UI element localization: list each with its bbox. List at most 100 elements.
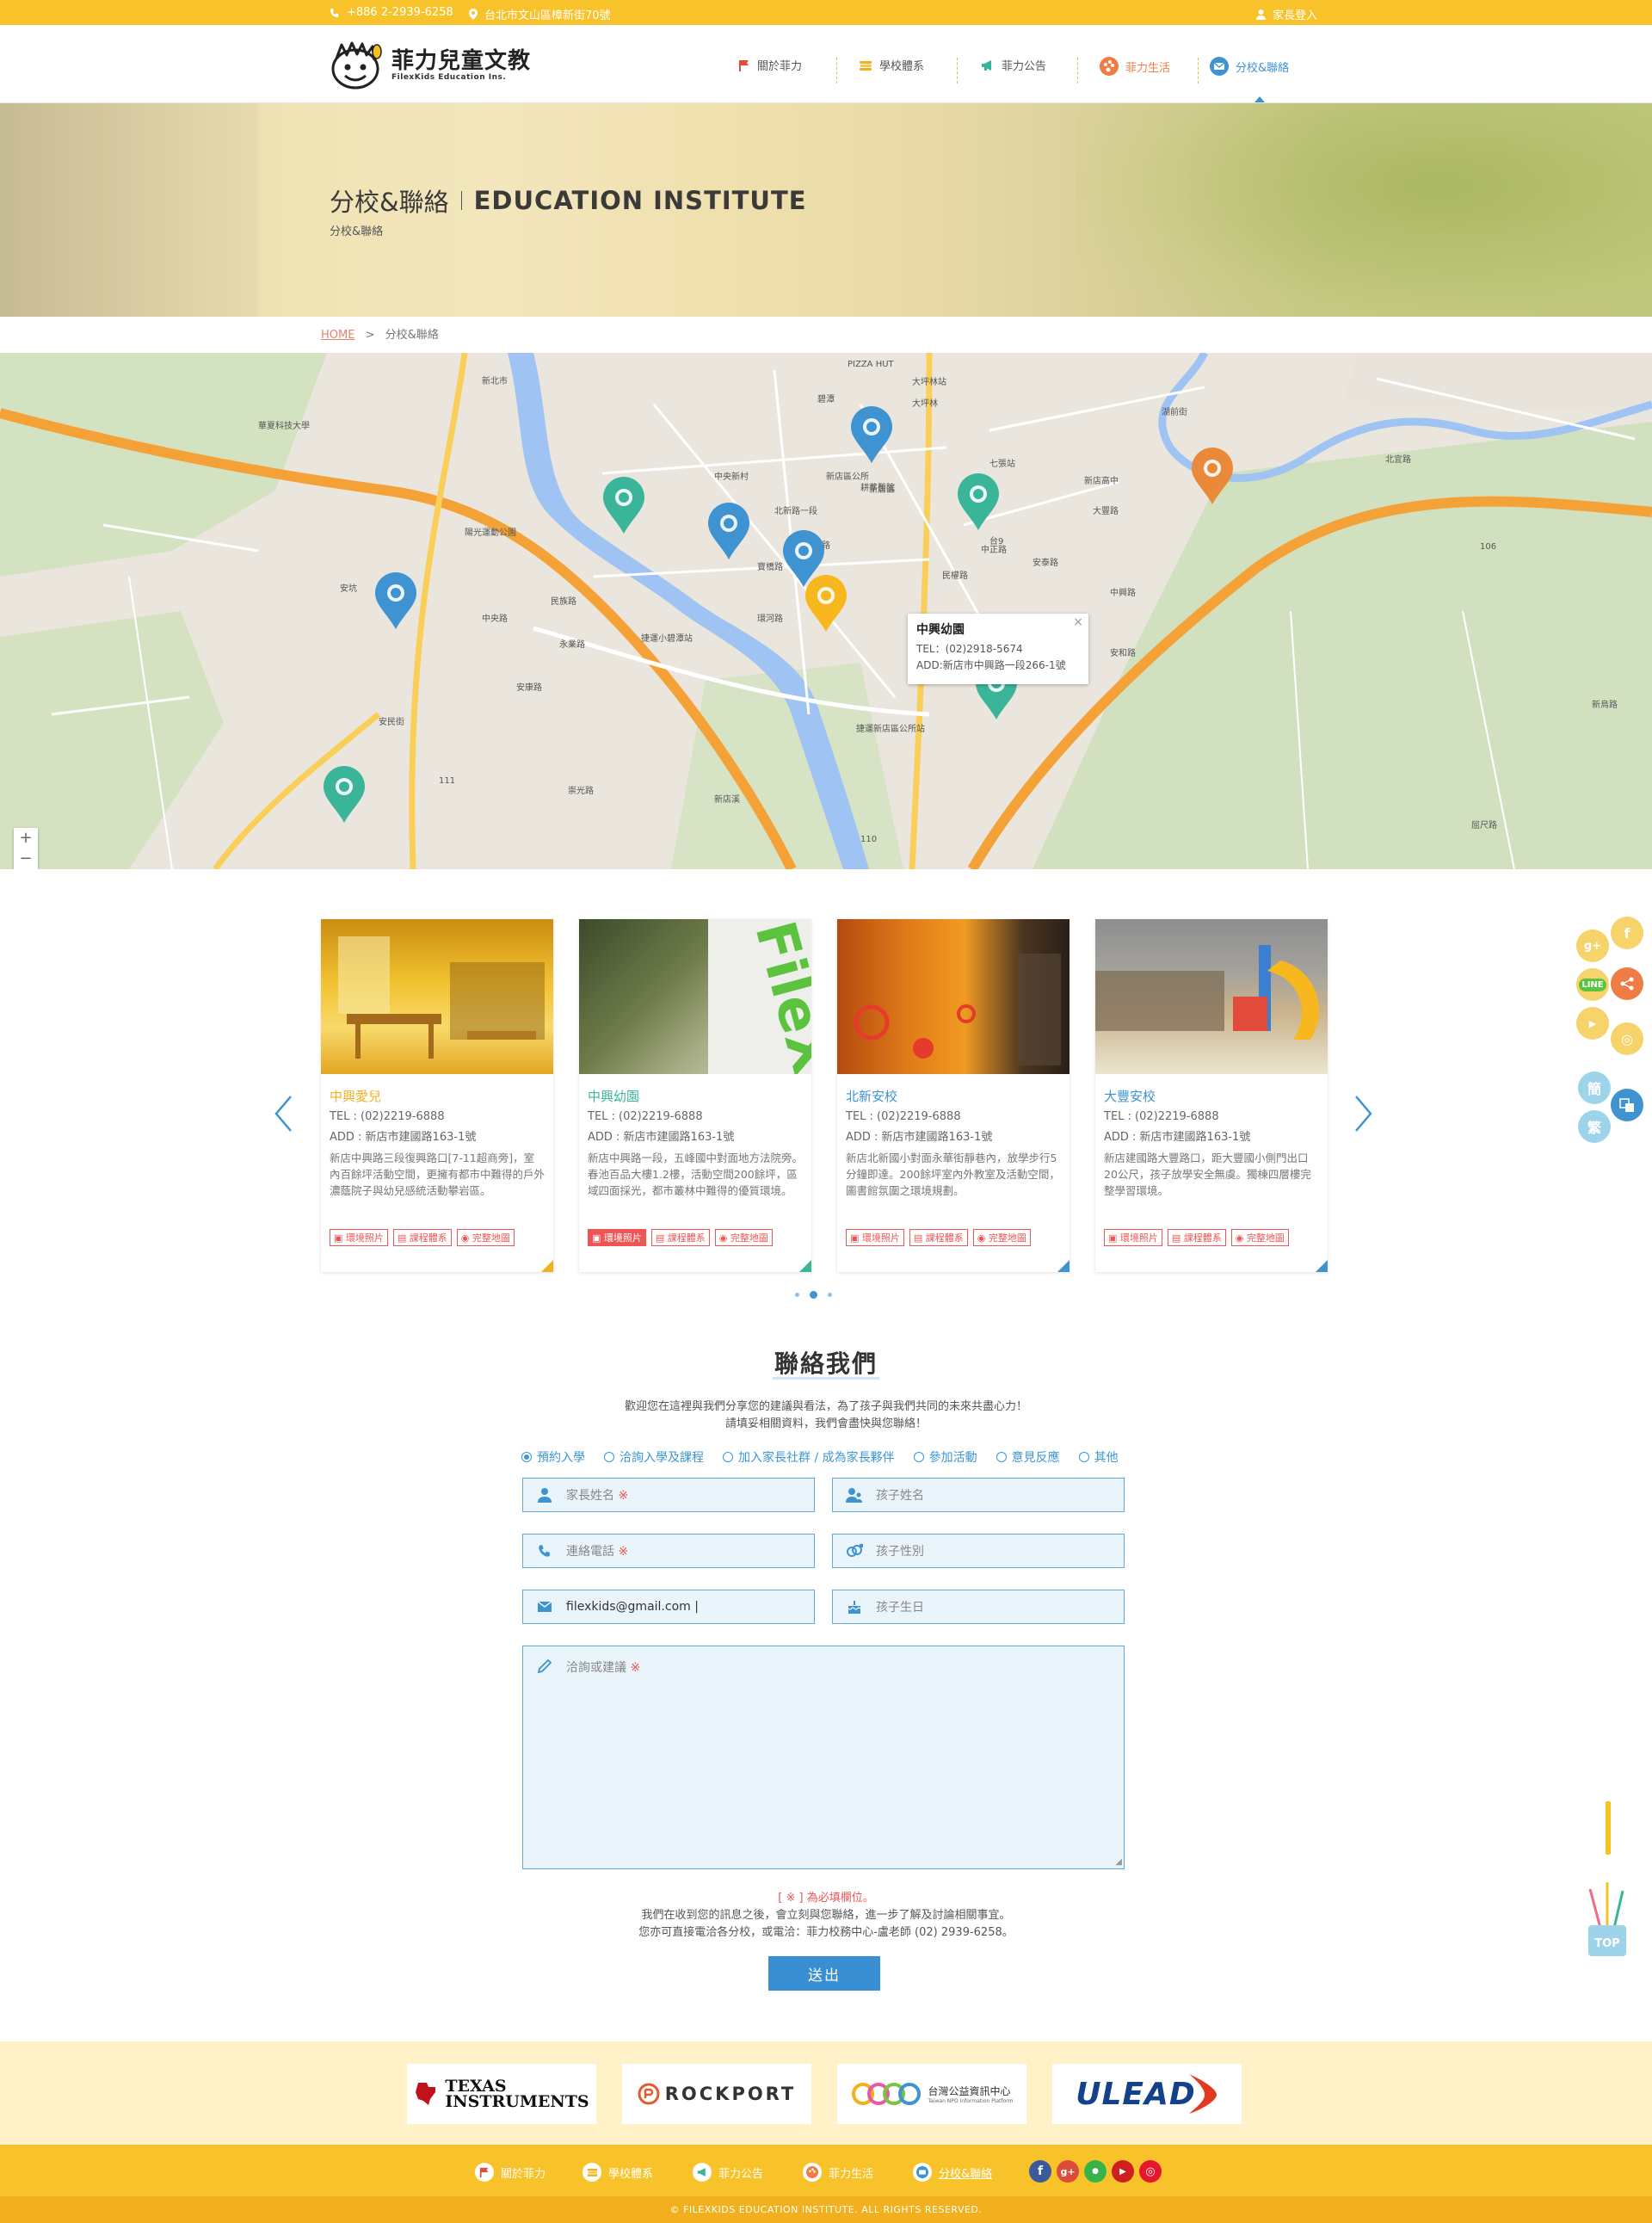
inquiry-type-option[interactable]: 參加活動 bbox=[913, 1448, 977, 1466]
inquiry-type-option[interactable]: 加入家長社群 / 成為家長夥伴 bbox=[723, 1448, 895, 1466]
radio-dot[interactable] bbox=[521, 1452, 532, 1462]
partner-logo-texas-instruments[interactable]: TEXAS INSTRUMENTS bbox=[407, 2064, 596, 2124]
map-marker-pin-icon[interactable] bbox=[706, 503, 751, 561]
radio-dot[interactable] bbox=[604, 1452, 614, 1462]
login-link[interactable]: 家長登入 bbox=[1256, 6, 1317, 22]
school-name[interactable]: 大豐安校 bbox=[1104, 1087, 1156, 1105]
carousel-dot[interactable] bbox=[828, 1293, 832, 1297]
breadcrumb-home[interactable]: HOME bbox=[321, 329, 354, 342]
nav-about[interactable]: 關於菲力 bbox=[738, 57, 802, 73]
scroll-top-button[interactable]: TOP bbox=[1581, 1880, 1633, 1958]
school-card[interactable]: 中興愛兒 TEL : (02)2219-6888 ADD : 新店市建國路163… bbox=[321, 919, 553, 1272]
radio-dot[interactable] bbox=[913, 1452, 924, 1462]
email-field[interactable]: filexkids@gmail.com | bbox=[522, 1590, 815, 1624]
footer-nav-branches[interactable]: 分校&聯絡 bbox=[913, 2163, 992, 2182]
simplified-chinese-button[interactable]: 簡 bbox=[1578, 1071, 1611, 1104]
school-card[interactable]: 大豐安校 TEL : (02)2219-6888 ADD : 新店市建國路163… bbox=[1095, 919, 1328, 1272]
map-marker-pin-icon[interactable] bbox=[849, 406, 894, 465]
footer-nav-life[interactable]: 菲力生活 bbox=[803, 2163, 873, 2182]
school-card[interactable]: 北新安校 TEL : (02)2219-6888 ADD : 新店市建國路163… bbox=[837, 919, 1069, 1272]
zoom-out-button[interactable]: − bbox=[14, 849, 38, 869]
nav-branches[interactable]: 分校&聯絡 bbox=[1210, 57, 1289, 76]
carousel-prev-button[interactable] bbox=[274, 1095, 293, 1136]
inquiry-type-option[interactable]: 意見反應 bbox=[996, 1448, 1060, 1466]
map-button[interactable]: ◉ 完整地圖 bbox=[714, 1229, 773, 1246]
map-button[interactable]: ◉ 完整地圖 bbox=[456, 1229, 515, 1246]
school-name[interactable]: 北新安校 bbox=[846, 1087, 897, 1105]
curriculum-button[interactable]: ▤ 課程體系 bbox=[650, 1229, 710, 1246]
footer-nav-about[interactable]: 關於菲力 bbox=[475, 2163, 546, 2182]
logo[interactable]: 菲力兒童文教 FilexKids Education Ins. bbox=[330, 40, 531, 91]
child-birthday-field[interactable]: 孩子生日 bbox=[832, 1590, 1125, 1624]
nav-schools[interactable]: 學校體系 bbox=[859, 57, 924, 73]
radio-dot[interactable] bbox=[996, 1452, 1007, 1462]
school-name[interactable]: 中興幼園 bbox=[588, 1087, 639, 1105]
google-plus-icon[interactable]: g+ bbox=[1057, 2160, 1079, 2183]
weibo-share-button[interactable]: ◎ bbox=[1611, 1022, 1643, 1055]
phone-icon bbox=[330, 8, 339, 17]
photos-button[interactable]: ▣ 環境照片 bbox=[588, 1229, 646, 1246]
line-share-button[interactable]: LINE bbox=[1576, 968, 1609, 1001]
map-button[interactable]: ◉ 完整地圖 bbox=[972, 1229, 1031, 1246]
map-marker-pin-icon[interactable] bbox=[373, 572, 418, 631]
map-place-label: 安康路 bbox=[516, 683, 542, 693]
nav-news[interactable]: 菲力公告 bbox=[981, 57, 1046, 73]
branches-map[interactable]: 新北市華夏科技大學碧潭新店區大坪林中央新村陽光運動公園安坑北新路捷運小碧潭站捷運… bbox=[0, 353, 1652, 869]
school-name[interactable]: 中興愛兒 bbox=[330, 1087, 381, 1105]
school-photo[interactable]: FileX bbox=[579, 915, 844, 1081]
carousel-next-button[interactable] bbox=[1354, 1095, 1373, 1136]
partner-logo-ulead[interactable]: ULEAD bbox=[1052, 2064, 1242, 2124]
school-photo[interactable] bbox=[837, 919, 1069, 1074]
radio-dot[interactable] bbox=[723, 1452, 733, 1462]
submit-button[interactable]: 送出 bbox=[768, 1956, 880, 1991]
line-icon[interactable]: ● bbox=[1084, 2160, 1106, 2183]
traditional-chinese-button[interactable]: 繁 bbox=[1578, 1110, 1611, 1143]
footer-nav-news[interactable]: 菲力公告 bbox=[693, 2163, 763, 2182]
nav-life[interactable]: 菲力生活 bbox=[1100, 57, 1170, 76]
weibo-icon[interactable]: ◎ bbox=[1139, 2160, 1162, 2183]
child-name-field[interactable]: 孩子姓名 bbox=[832, 1478, 1125, 1512]
google-plus-share-button[interactable]: g+ bbox=[1576, 929, 1609, 962]
map-marker-pin-icon[interactable] bbox=[1190, 448, 1235, 506]
radio-dot[interactable] bbox=[1078, 1452, 1089, 1462]
curriculum-button[interactable]: ▤ 課程體系 bbox=[392, 1229, 452, 1246]
map-marker-pin-icon[interactable] bbox=[601, 477, 646, 535]
zoom-in-button[interactable]: + bbox=[14, 828, 38, 849]
school-photo[interactable] bbox=[1095, 919, 1328, 1074]
curriculum-button[interactable]: ▤ 課程體系 bbox=[909, 1229, 968, 1246]
footer-nav-schools[interactable]: 學校體系 bbox=[583, 2163, 653, 2182]
traditional-label: 繁 bbox=[1587, 1120, 1601, 1136]
partner-logo-taiwan-npo[interactable]: 台灣公益資訊中心 Taiwan NPO Information Platform bbox=[837, 2064, 1026, 2124]
translate-toggle-button[interactable] bbox=[1611, 1089, 1643, 1121]
child-gender-field[interactable]: 孩子性別 bbox=[832, 1534, 1125, 1568]
school-photo[interactable] bbox=[321, 919, 553, 1074]
partner-logo-rockport[interactable]: ROCKPORT bbox=[622, 2064, 811, 2124]
inquiry-type-option[interactable]: 其他 bbox=[1078, 1448, 1119, 1466]
map-marker-pin-icon[interactable] bbox=[322, 766, 367, 824]
carousel-dot[interactable] bbox=[795, 1293, 799, 1297]
school-tel: TEL : (02)2219-6888 bbox=[588, 1110, 703, 1123]
photos-button[interactable]: ▣ 環境照片 bbox=[330, 1229, 388, 1246]
facebook-share-button[interactable]: f bbox=[1611, 917, 1643, 949]
photos-button[interactable]: ▣ 環境照片 bbox=[846, 1229, 904, 1246]
youtube-share-button[interactable]: ▶ bbox=[1576, 1007, 1609, 1040]
inquiry-type-option[interactable]: 預約入學 bbox=[521, 1448, 585, 1466]
share-toggle-button[interactable] bbox=[1611, 967, 1643, 1000]
curriculum-button[interactable]: ▤ 課程體系 bbox=[1167, 1229, 1226, 1246]
map-marker-pin-icon[interactable] bbox=[804, 575, 848, 633]
resize-handle-icon[interactable]: ◢ bbox=[1115, 1857, 1122, 1867]
youtube-icon[interactable]: ▶ bbox=[1112, 2160, 1134, 2183]
inquiry-type-option[interactable]: 洽詢入學及課程 bbox=[604, 1448, 704, 1466]
photos-button[interactable]: ▣ 環境照片 bbox=[1104, 1229, 1162, 1246]
map-place-label: 中央新村 bbox=[714, 472, 749, 482]
map-button[interactable]: ◉ 完整地圖 bbox=[1230, 1229, 1289, 1246]
carousel-dot-active[interactable] bbox=[810, 1291, 817, 1299]
phone-field[interactable]: 連絡電話 ※ bbox=[522, 1534, 815, 1568]
facebook-icon[interactable]: f bbox=[1029, 2160, 1051, 2183]
school-card[interactable]: FileX 中興幼園 TEL : (02)2219-6888 ADD : 新店市… bbox=[579, 915, 844, 1272]
parent-name-field[interactable]: 家長姓名 ※ bbox=[522, 1478, 815, 1512]
info-window-close[interactable]: × bbox=[1073, 615, 1083, 629]
map-marker-pin-icon[interactable] bbox=[956, 473, 1001, 532]
message-textarea[interactable]: 洽詢或建議 ※ ◢ bbox=[522, 1646, 1125, 1869]
partners-section: TEXAS INSTRUMENTS ROCKPORT 台灣公益資訊中心 Taiw… bbox=[0, 2041, 1652, 2145]
